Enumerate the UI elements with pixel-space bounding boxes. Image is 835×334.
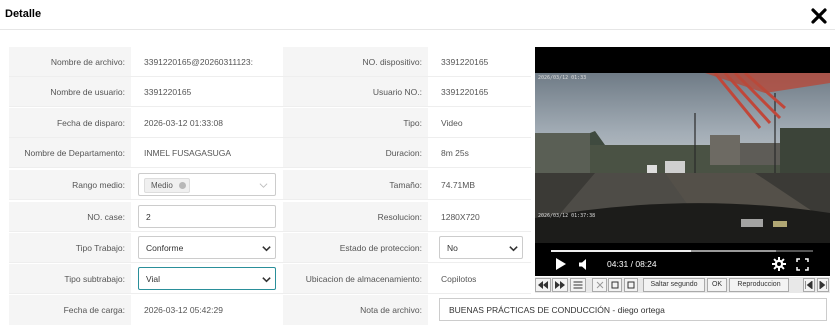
chevron-down-icon [262, 246, 271, 252]
field-label: Usuario NO.: [372, 86, 422, 97]
list-button[interactable] [570, 278, 586, 292]
table-row: Nombre de Departamento: INMEL FUSAGASUGA… [9, 138, 531, 168]
field-label: Nombre de usuario: [50, 86, 125, 97]
fast-forward-icon [555, 281, 565, 289]
chevron-down-icon [262, 277, 271, 283]
square-icon [627, 281, 635, 289]
ok-button[interactable]: OK [707, 278, 727, 292]
field-label: Estado de proteccion: [339, 242, 422, 253]
subwork-type-select[interactable]: Vial [138, 267, 276, 290]
field-label: NO. case: [87, 211, 125, 222]
table-row: Nombre de archivo: 3391220165@2026031112… [9, 47, 531, 77]
table-row: Nombre de usuario: 3391220165 Usuario NO… [9, 77, 531, 107]
skip-forward-icon [819, 281, 827, 289]
field-label: Nombre de Departamento: [24, 147, 125, 158]
field-label: Rango medio: [72, 179, 125, 190]
fast-forward-button[interactable] [552, 278, 568, 292]
fullscreen-icon[interactable] [796, 258, 809, 271]
field-label: Fecha de carga: [63, 305, 125, 315]
resolution-value: 1280X720 [441, 211, 480, 222]
volume-icon[interactable] [579, 259, 590, 270]
media-range-select[interactable]: Medio [138, 173, 276, 196]
seek-progress [551, 250, 692, 252]
media-range-tag: Medio [144, 178, 190, 193]
playback-button[interactable]: Reproduccion [729, 278, 789, 292]
table-row: Tipo subtrabajo: Vial Ubicacion de almac… [9, 264, 531, 294]
field-label: Ubicacion de almacenamiento: [305, 273, 422, 284]
field-label: Nota de archivo: [360, 305, 422, 315]
skip-back-icon [805, 281, 813, 289]
size-value: 74.71MB [441, 179, 476, 190]
close-icon[interactable] [810, 7, 828, 25]
field-label: Fecha de disparo: [56, 117, 125, 128]
field-label: Tipo Trabajo: [75, 242, 125, 253]
field-label: Duracion: [385, 147, 422, 158]
dialog-title: Detalle [5, 8, 42, 20]
trigger-date-value: 2026-03-12 01:33:08 [144, 117, 223, 128]
field-label: Tamaño: [389, 179, 422, 190]
work-type-text: Conforme [146, 243, 184, 253]
type-value: Video [441, 117, 463, 128]
storage-location-value: Copilotos [441, 273, 477, 284]
video-player[interactable]: 2026/03/12 01:33 2026/03/12 01:37:38 04:… [535, 47, 830, 276]
frame-forward-button[interactable] [624, 278, 638, 292]
file-note-text: BUENAS PRÁCTICAS DE CONDUCCIÓN - diego o… [449, 305, 665, 315]
rewind-button[interactable] [535, 278, 551, 292]
square-icon [611, 281, 619, 289]
work-type-select[interactable]: Conforme [138, 236, 276, 259]
subwork-type-text: Vial [146, 274, 161, 284]
player-toolbar: Saltar segundo OK Reproduccion [535, 277, 830, 293]
file-note-input[interactable]: BUENAS PRÁCTICAS DE CONDUCCIÓN - diego o… [439, 298, 827, 321]
remove-tag-icon[interactable] [178, 182, 186, 189]
prev-file-button[interactable] [803, 278, 815, 292]
user-name-value: 3391220165 [144, 86, 192, 97]
video-timestamp-bottom: 2026/03/12 01:37:38 [538, 213, 596, 219]
chevron-down-icon [509, 246, 518, 252]
scissors-icon [596, 281, 603, 289]
video-timestamp-top: 2026/03/12 01:33 [538, 75, 587, 81]
play-icon[interactable] [555, 258, 566, 270]
table-row: Fecha de disparo: 2026-03-12 01:33:08 Ti… [9, 108, 531, 138]
skip-seconds-input[interactable]: Saltar segundo [643, 278, 705, 292]
upload-date-value: 2026-03-12 05:42:29 [144, 305, 223, 315]
protection-state-select[interactable]: No [439, 236, 523, 259]
media-range-tag-label: Medio [151, 181, 173, 190]
table-row: NO. case: 2 Resolucion: 1280X720 [9, 202, 531, 232]
case-number-text: 2 [146, 212, 151, 222]
table-row: Tipo Trabajo: Conforme Estado de protecc… [9, 233, 531, 263]
next-file-button[interactable] [817, 278, 829, 292]
field-label: Resolucion: [377, 211, 422, 222]
chevron-down-icon [259, 183, 268, 188]
detail-table: Nombre de archivo: 3391220165@2026031112… [9, 47, 827, 325]
frame-back-button[interactable] [608, 278, 622, 292]
table-row: Fecha de carga: 2026-03-12 05:42:29 Nota… [9, 295, 827, 325]
seek-bar[interactable] [551, 250, 813, 252]
protection-state-text: No [447, 243, 458, 253]
list-icon [573, 281, 583, 289]
dialog-header: Detalle [0, 0, 835, 30]
table-row: Rango medio: Medio Tamaño: 74.71MB [9, 170, 531, 200]
field-label: Nombre de archivo: [50, 56, 125, 67]
field-label: Tipo: [403, 117, 422, 128]
device-number-value: 3391220165 [441, 56, 489, 67]
rewind-icon [538, 281, 548, 289]
case-number-input[interactable]: 2 [138, 205, 276, 228]
department-value: INMEL FUSAGASUGA [144, 147, 232, 158]
time-display: 04:31 / 08:24 [607, 259, 657, 269]
cut-button[interactable] [592, 278, 607, 292]
field-label: Tipo subtrabajo: [64, 273, 125, 284]
field-label: NO. dispositivo: [362, 56, 422, 67]
gear-icon[interactable] [772, 257, 786, 271]
file-name-value: 3391220165@20260311123: [144, 56, 254, 67]
user-number-value: 3391220165 [441, 86, 489, 97]
duration-value: 8m 25s [441, 147, 469, 158]
